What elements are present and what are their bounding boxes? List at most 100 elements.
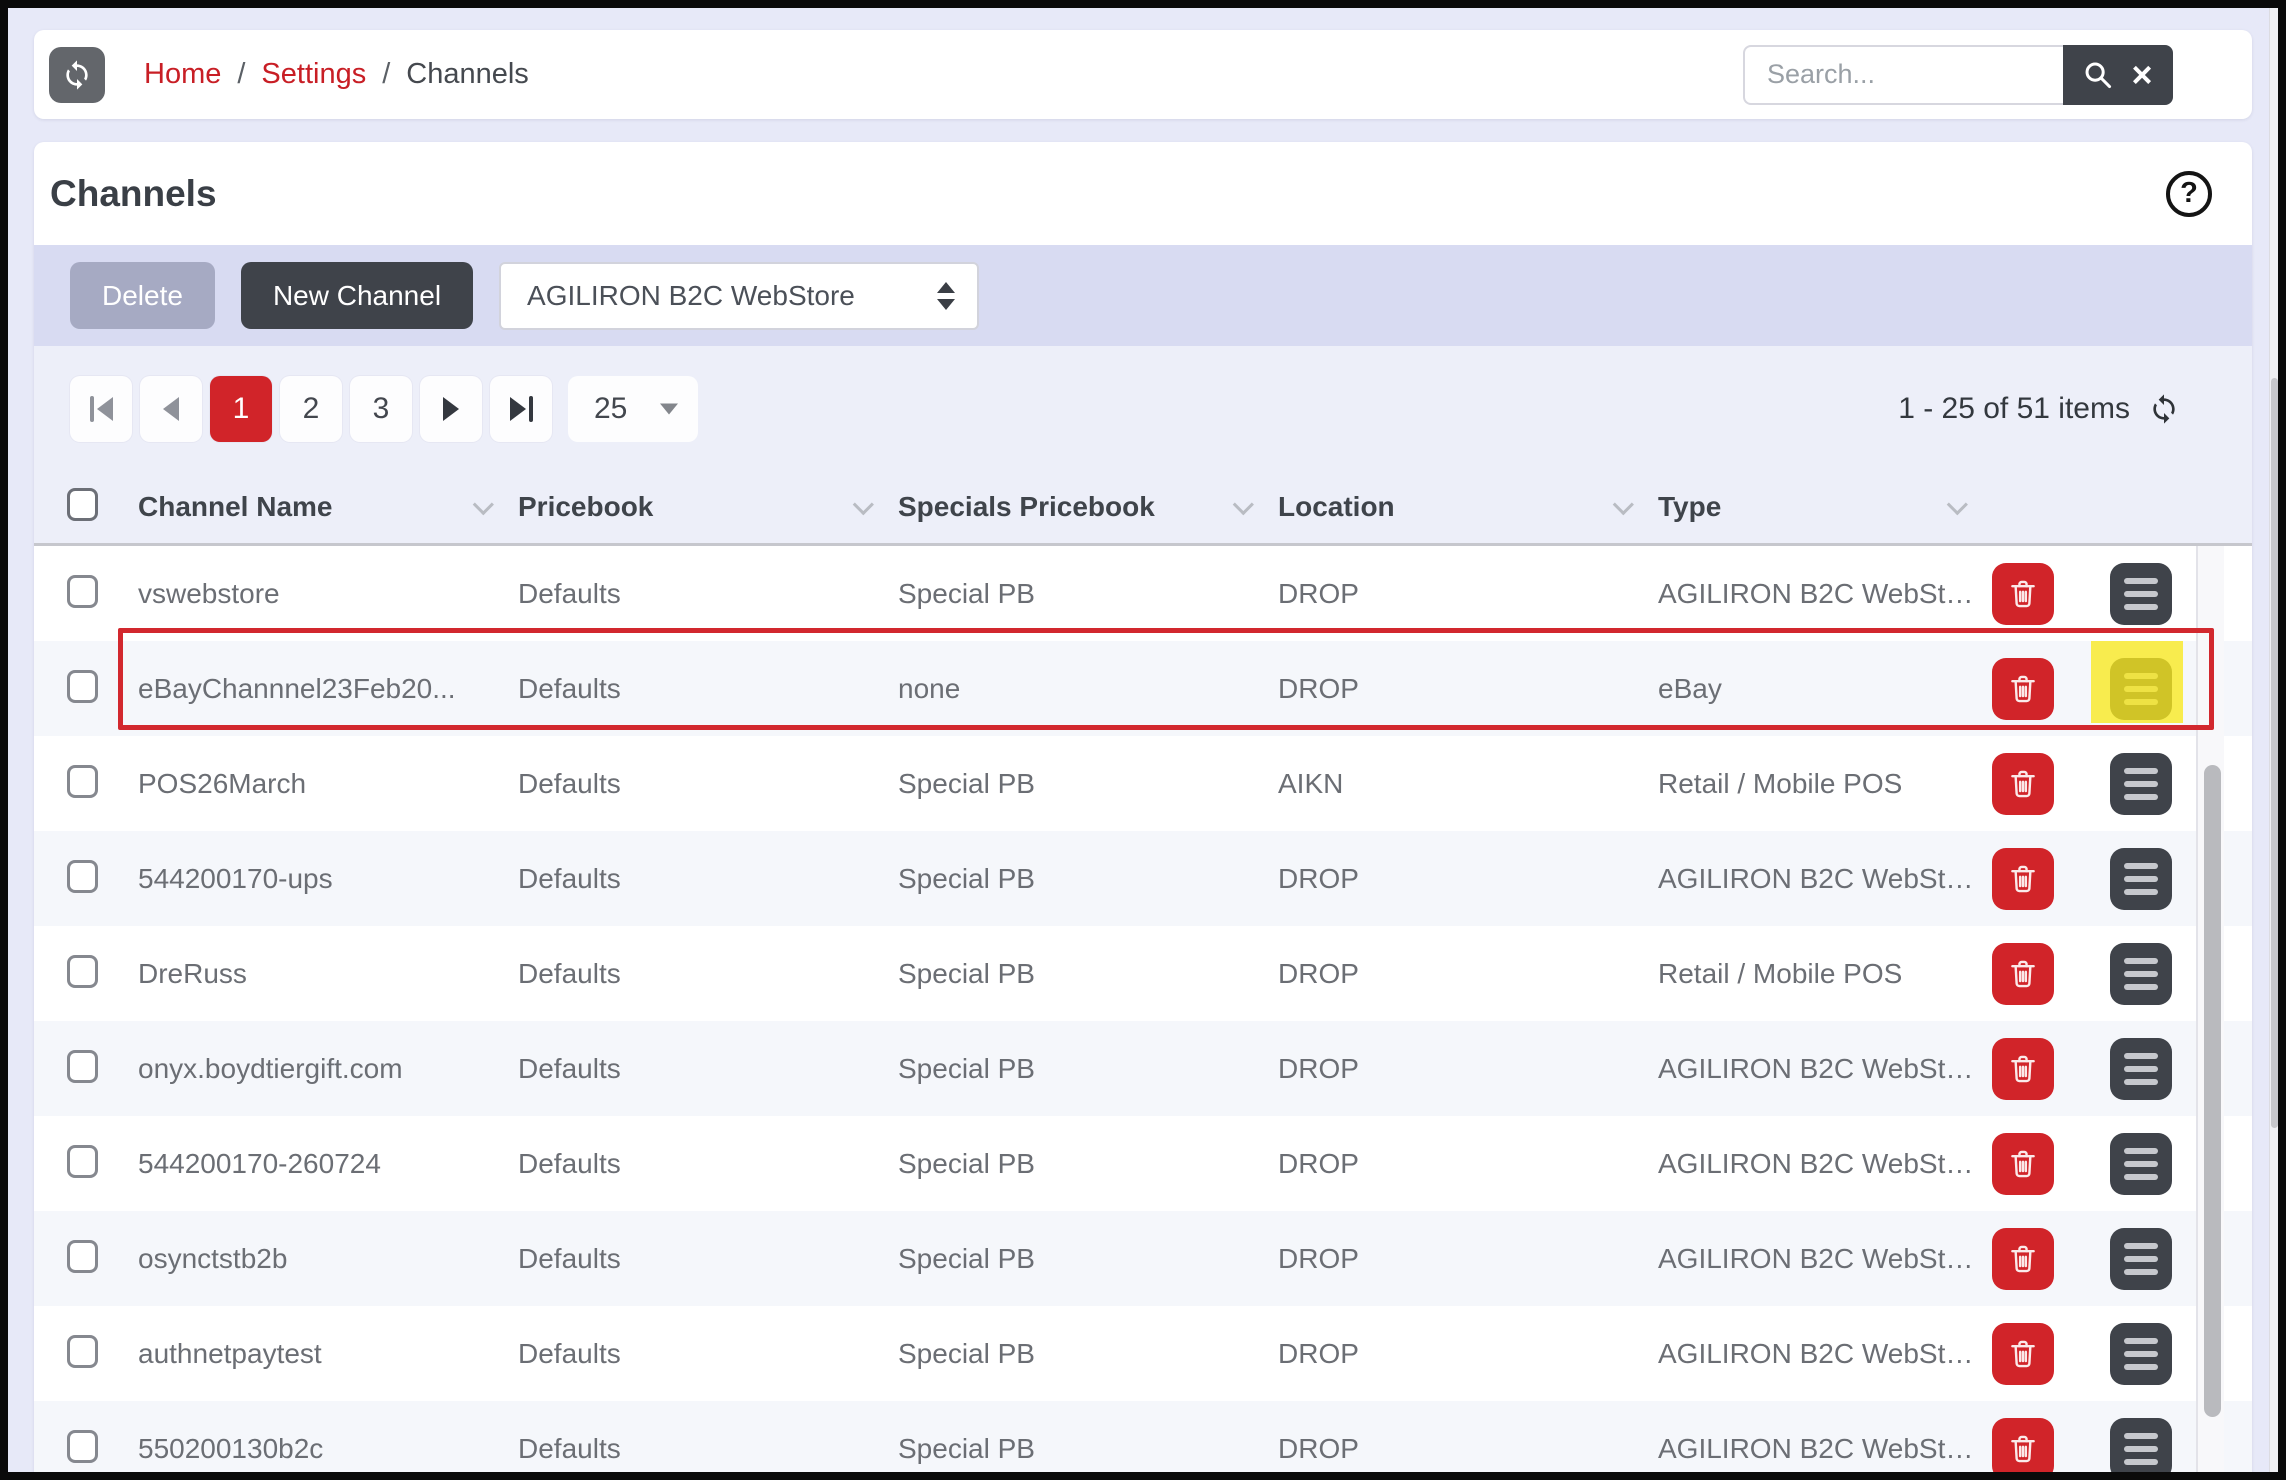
search-group: × <box>1743 45 2173 105</box>
page-button-1[interactable]: 1 <box>210 376 272 442</box>
table-row: authnetpaytest Defaults Special PB DROP … <box>34 1306 2252 1401</box>
cell-type: AGILIRON B2C WebStore <box>1658 1148 1992 1180</box>
delete-row-button[interactable] <box>1992 943 2054 1005</box>
window-scrollbar-track[interactable] <box>2269 8 2278 1472</box>
row-menu-button[interactable] <box>2110 1133 2172 1195</box>
page-size-select[interactable]: 25 <box>568 376 698 442</box>
delete-row-button[interactable] <box>1992 1323 2054 1385</box>
cell-channel-name: 544200170-260724 <box>138 1148 518 1180</box>
page-title: Channels <box>50 173 217 215</box>
previous-page-icon <box>163 397 179 421</box>
column-label: Location <box>1278 491 1395 523</box>
trash-icon <box>2006 1052 2040 1086</box>
reload-grid-button[interactable] <box>2148 393 2180 425</box>
column-label: Channel Name <box>138 491 333 523</box>
cell-pricebook: Defaults <box>518 1338 898 1370</box>
table-row: POS26March Defaults Special PB AIKN Reta… <box>34 736 2252 831</box>
chevron-down-icon[interactable] <box>853 494 874 515</box>
search-button[interactable] <box>2083 60 2113 90</box>
row-checkbox[interactable] <box>67 670 98 703</box>
column-header-specials-pricebook[interactable]: Specials Pricebook <box>898 491 1278 523</box>
row-menu-button[interactable] <box>2110 1228 2172 1290</box>
breadcrumb-home-link[interactable]: Home <box>144 58 221 91</box>
row-menu-button[interactable] <box>2110 753 2172 815</box>
next-page-button[interactable] <box>420 376 482 442</box>
table-row: DreRuss Defaults Special PB DROP Retail … <box>34 926 2252 1021</box>
delete-row-button[interactable] <box>1992 753 2054 815</box>
row-checkbox[interactable] <box>67 1240 98 1273</box>
new-channel-button[interactable]: New Channel <box>241 262 473 329</box>
chevron-down-icon[interactable] <box>1947 494 1968 515</box>
delete-row-button[interactable] <box>1992 563 2054 625</box>
cell-specials-pricebook: Special PB <box>898 578 1278 610</box>
row-checkbox[interactable] <box>67 765 98 798</box>
trash-icon <box>2006 672 2040 706</box>
delete-button[interactable]: Delete <box>70 262 215 329</box>
pagination-bar: 1 2 3 25 1 - 25 of 51 items <box>34 346 2252 471</box>
chevron-down-icon[interactable] <box>473 494 494 515</box>
refresh-icon <box>61 59 93 91</box>
table-row-highlighted: eBayChannnel23Feb20... Defaults none DRO… <box>34 641 2252 736</box>
previous-page-button[interactable] <box>140 376 202 442</box>
breadcrumb-settings-link[interactable]: Settings <box>261 58 366 91</box>
channel-type-select[interactable]: AGILIRON B2C WebStore <box>499 262 979 330</box>
cell-channel-name: authnetpaytest <box>138 1338 518 1370</box>
page-button-3[interactable]: 3 <box>350 376 412 442</box>
row-checkbox[interactable] <box>67 1145 98 1178</box>
delete-row-button[interactable] <box>1992 848 2054 910</box>
trash-icon <box>2006 862 2040 896</box>
cell-channel-name: 550200130b2c <box>138 1433 518 1465</box>
column-header-pricebook[interactable]: Pricebook <box>518 491 898 523</box>
channel-type-selected-value: AGILIRON B2C WebStore <box>527 280 855 312</box>
row-checkbox[interactable] <box>67 1335 98 1368</box>
row-menu-button-highlighted[interactable] <box>2110 658 2172 720</box>
delete-row-button[interactable] <box>1992 1228 2054 1290</box>
row-checkbox[interactable] <box>67 1430 98 1463</box>
last-page-icon <box>510 396 533 422</box>
breadcrumb-current: Channels <box>406 58 529 91</box>
delete-row-button[interactable] <box>1992 1038 2054 1100</box>
question-mark-icon: ? <box>2180 177 2198 210</box>
table-scrollbar-thumb[interactable] <box>2204 765 2221 1417</box>
search-input[interactable] <box>1743 45 2063 105</box>
last-page-button[interactable] <box>490 376 552 442</box>
table-row: osynctstb2b Defaults Special PB DROP AGI… <box>34 1211 2252 1306</box>
chevron-down-icon[interactable] <box>1233 494 1254 515</box>
breadcrumb-separator: / <box>382 58 390 91</box>
row-menu-button[interactable] <box>2110 1418 2172 1473</box>
window-scrollbar-thumb[interactable] <box>2271 378 2278 1128</box>
row-menu-button[interactable] <box>2110 563 2172 625</box>
first-page-button[interactable] <box>70 376 132 442</box>
table-header: Channel Name Pricebook Specials Priceboo… <box>34 471 2252 546</box>
cell-location: AIKN <box>1278 768 1658 800</box>
table-scrollbar-track[interactable] <box>2196 546 2224 1472</box>
cell-location: DROP <box>1278 1148 1658 1180</box>
row-menu-button[interactable] <box>2110 943 2172 1005</box>
row-checkbox[interactable] <box>67 575 98 608</box>
trash-icon <box>2006 1242 2040 1276</box>
column-header-channel-name[interactable]: Channel Name <box>138 491 518 523</box>
delete-row-button[interactable] <box>1992 1418 2054 1473</box>
row-menu-button[interactable] <box>2110 1323 2172 1385</box>
channels-panel: Channels ? Delete New Channel AGILIRON B… <box>34 142 2252 1472</box>
row-menu-button[interactable] <box>2110 1038 2172 1100</box>
cell-location: DROP <box>1278 1053 1658 1085</box>
delete-row-button[interactable] <box>1992 1133 2054 1195</box>
cell-channel-name: vswebstore <box>138 578 518 610</box>
cell-specials-pricebook: Special PB <box>898 768 1278 800</box>
help-button[interactable]: ? <box>2166 171 2212 217</box>
row-checkbox[interactable] <box>67 860 98 893</box>
table-row: onyx.boydtiergift.com Defaults Special P… <box>34 1021 2252 1116</box>
row-menu-button[interactable] <box>2110 848 2172 910</box>
row-checkbox[interactable] <box>67 1050 98 1083</box>
column-header-type[interactable]: Type <box>1658 491 1992 523</box>
clear-search-button[interactable]: × <box>2131 57 2152 93</box>
chevron-down-icon[interactable] <box>1613 494 1634 515</box>
column-header-location[interactable]: Location <box>1278 491 1658 523</box>
select-all-checkbox[interactable] <box>67 488 98 521</box>
delete-row-button[interactable] <box>1992 658 2054 720</box>
cell-specials-pricebook: Special PB <box>898 1148 1278 1180</box>
refresh-button[interactable] <box>49 47 105 103</box>
page-button-2[interactable]: 2 <box>280 376 342 442</box>
row-checkbox[interactable] <box>67 955 98 988</box>
